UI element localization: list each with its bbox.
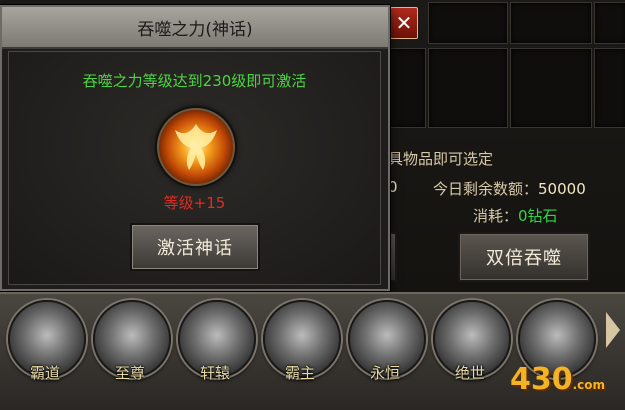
inventory-slot[interactable] [594,48,625,128]
skill-label: 霸主 [284,364,315,382]
inventory-slot[interactable] [428,2,508,44]
cost-label: 消耗： [473,207,519,225]
activate-mythic-button[interactable]: 激活神话 [130,223,260,271]
logo-suffix: .com [572,378,606,392]
level-bonus: 等级+15 [163,194,226,212]
logo-text: 430 [510,362,573,397]
skill-label: 绝世 [454,364,485,382]
skill-label: 至尊 [114,364,145,382]
phoenix-icon [157,108,235,186]
skill-label: 霸道 [29,364,60,382]
skill-label: 轩辕 [199,364,230,382]
close-icon: ✕ [395,11,413,35]
close-button[interactable]: ✕ [390,7,418,39]
inventory-slot[interactable] [510,48,592,128]
mythic-dialog: 吞噬之力(神话) 吞噬之力等级达到230级即可激活 等级+15 激活神话 [0,5,390,291]
remaining-label: 今日剩余数额： [433,180,539,198]
inventory-slot[interactable] [388,48,426,128]
dialog-title: 吞噬之力(神话) [2,7,388,49]
site-logo: 430.com [510,362,610,402]
dialog-body: 吞噬之力等级达到230级即可激活 等级+15 激活神话 [8,51,381,285]
skill-label: 永恒 [369,364,400,382]
inventory-slot[interactable] [510,2,592,44]
remaining-row: 今日剩余数额：50000 [433,178,586,199]
double-devour-button[interactable]: 双倍吞噬 [458,232,590,282]
inventory-slot[interactable] [428,48,508,128]
selection-hint: 具物品即可选定 [388,150,494,168]
activation-condition: 吞噬之力等级达到230级即可激活 [82,72,307,90]
cost-value: 0钻石 [518,207,558,225]
remaining-value: 50000 [538,180,586,198]
inventory-slot[interactable] [594,2,625,44]
arrow-right-icon[interactable] [606,312,620,348]
cost-row: 消耗：0钻石 [473,205,558,226]
